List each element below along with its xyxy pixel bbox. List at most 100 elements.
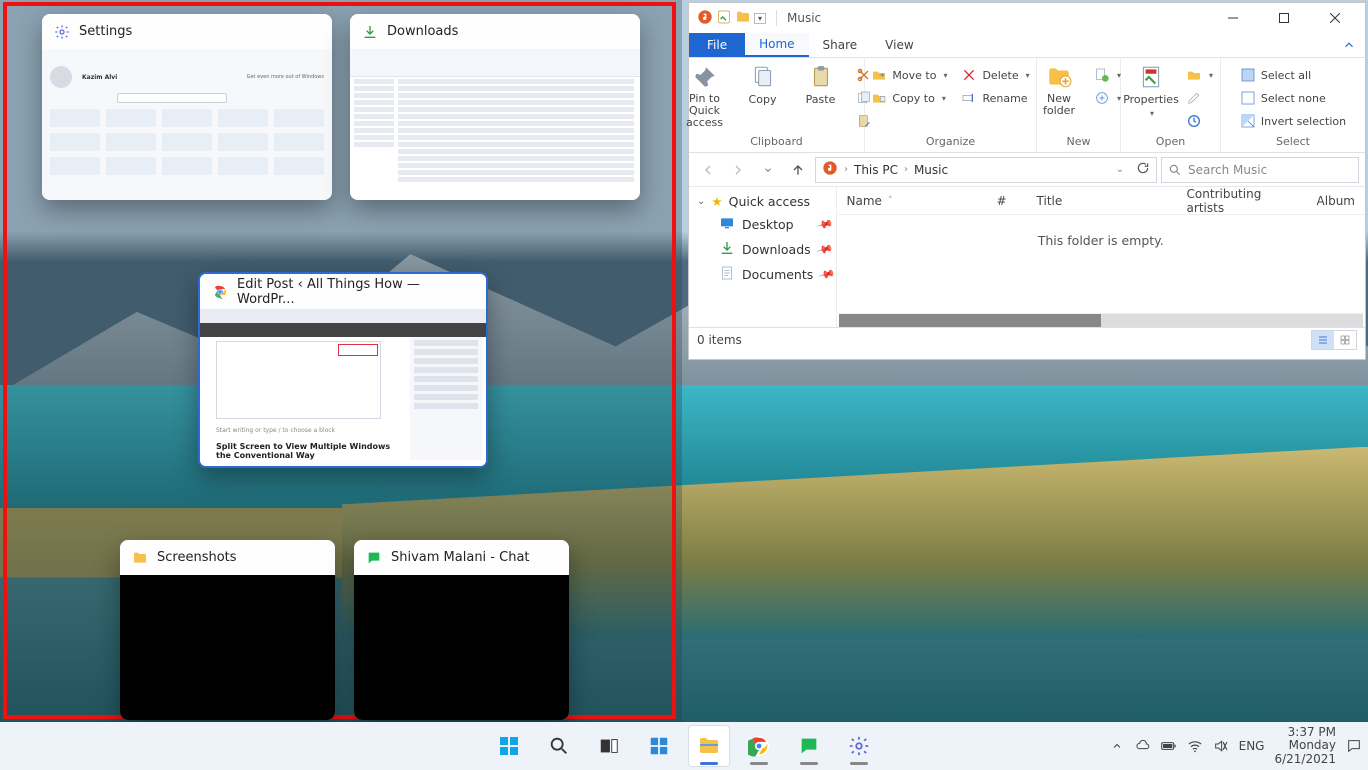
col-title[interactable]: Title: [1027, 194, 1177, 208]
navigation-pane[interactable]: ⌄ ★ Quick access Desktop 📌 Downloads 📌 D…: [689, 187, 837, 327]
breadcrumb-this-pc[interactable]: This PC: [854, 163, 898, 177]
copy-button[interactable]: Copy: [736, 60, 790, 106]
delete-button[interactable]: Delete▾: [957, 64, 1033, 86]
easy-access-button[interactable]: ▾: [1090, 87, 1125, 109]
nav-back-button[interactable]: [695, 157, 721, 183]
rename-button[interactable]: Rename: [957, 87, 1033, 109]
col-number[interactable]: #: [987, 194, 1027, 208]
view-details-button[interactable]: [1312, 331, 1334, 349]
qat-new-folder-icon[interactable]: [735, 9, 751, 28]
snap-thumb-settings[interactable]: Settings Kazim Alvi Get even more out of…: [42, 14, 332, 200]
tray-clock[interactable]: 3:37 PM Monday 6/21/2021: [1274, 726, 1336, 766]
documents-icon: [719, 265, 735, 284]
taskbar-settings-button[interactable]: [838, 725, 880, 767]
nav-quick-access[interactable]: ⌄ ★ Quick access: [689, 191, 836, 212]
notifications-icon[interactable]: [1346, 738, 1362, 754]
battery-icon[interactable]: [1161, 738, 1177, 754]
snap-thumb-title: Edit Post ‹ All Things How — WordPr...: [237, 277, 474, 307]
chevron-right-icon[interactable]: ›: [904, 164, 908, 175]
maximize-button[interactable]: [1261, 3, 1306, 33]
select-none-label: Select none: [1261, 92, 1326, 105]
tray-language[interactable]: ENG: [1239, 739, 1265, 753]
status-bar: 0 items: [689, 327, 1365, 351]
breadcrumb-music[interactable]: Music: [914, 163, 948, 177]
address-dropdown-icon[interactable]: ⌄: [1116, 164, 1124, 175]
qat-properties-icon[interactable]: [716, 9, 732, 28]
taskbar-explorer-button[interactable]: [688, 725, 730, 767]
properties-button[interactable]: Properties▾: [1124, 60, 1178, 118]
pin-icon[interactable]: 📌: [815, 215, 833, 233]
tray-overflow-icon[interactable]: [1109, 738, 1125, 754]
tab-view[interactable]: View: [871, 33, 927, 57]
new-item-button[interactable]: ▾: [1090, 64, 1125, 86]
close-button[interactable]: [1312, 3, 1357, 33]
download-icon: [719, 240, 735, 259]
nav-desktop-label: Desktop: [742, 217, 794, 232]
star-icon: ★: [711, 194, 722, 209]
nav-downloads[interactable]: Downloads 📌: [689, 237, 836, 262]
col-artists[interactable]: Contributing artists: [1177, 187, 1307, 215]
address-bar[interactable]: › This PC › Music ⌄: [815, 157, 1157, 183]
pin-icon[interactable]: 📌: [815, 240, 833, 258]
explorer-titlebar[interactable]: ▾ Music: [689, 3, 1365, 33]
settings-promo-text: Get even more out of Windows: [247, 74, 324, 80]
delete-label: Delete: [982, 69, 1018, 82]
select-all-button[interactable]: Select all: [1236, 64, 1350, 86]
select-none-button[interactable]: Select none: [1236, 87, 1350, 109]
taskbar-chat-button[interactable]: [788, 725, 830, 767]
chevron-down-icon[interactable]: ⌄: [697, 196, 705, 207]
nav-up-button[interactable]: [785, 157, 811, 183]
col-name[interactable]: Name˄: [837, 194, 987, 208]
tab-home[interactable]: Home: [745, 33, 808, 57]
copy-to-button[interactable]: Copy to▾: [867, 87, 951, 109]
search-placeholder: Search Music: [1188, 163, 1267, 177]
download-icon: [362, 24, 378, 40]
history-button[interactable]: [1182, 110, 1217, 132]
system-tray[interactable]: ENG 3:37 PM Monday 6/21/2021: [1109, 726, 1368, 766]
view-toggle[interactable]: [1311, 330, 1357, 350]
rename-label: Rename: [982, 92, 1027, 105]
pin-to-quick-access-button[interactable]: Pin to Quick access: [678, 60, 732, 129]
onedrive-icon[interactable]: [1135, 738, 1151, 754]
snap-thumb-screenshots[interactable]: Screenshots: [120, 540, 335, 720]
snap-thumb-title: Shivam Malani - Chat: [391, 550, 530, 565]
nav-recent-button[interactable]: [755, 157, 781, 183]
pin-icon[interactable]: 📌: [818, 265, 836, 283]
search-box[interactable]: Search Music: [1161, 157, 1359, 183]
snap-thumb-chat[interactable]: Shivam Malani - Chat: [354, 540, 569, 720]
tab-share[interactable]: Share: [809, 33, 872, 57]
taskbar-search-button[interactable]: [538, 725, 580, 767]
open-button[interactable]: ▾: [1182, 64, 1217, 86]
view-large-icons-button[interactable]: [1334, 331, 1356, 349]
minimize-button[interactable]: [1210, 3, 1255, 33]
window-title: Music: [787, 11, 821, 25]
nav-desktop[interactable]: Desktop 📌: [689, 212, 836, 237]
paste-button[interactable]: Paste: [794, 60, 848, 106]
horizontal-scrollbar[interactable]: [839, 313, 1363, 327]
chevron-right-icon[interactable]: ›: [844, 164, 848, 175]
snap-thumb-chrome[interactable]: Edit Post ‹ All Things How — WordPr... S…: [198, 272, 488, 468]
nav-forward-button[interactable]: [725, 157, 751, 183]
new-folder-button[interactable]: New folder: [1032, 60, 1086, 117]
sort-asc-icon: ˄: [888, 196, 893, 206]
invert-selection-button[interactable]: Invert selection: [1236, 110, 1350, 132]
content-pane[interactable]: Name˄ # Title Contributing artists Album…: [837, 187, 1365, 327]
taskbar-chrome-button[interactable]: [738, 725, 780, 767]
widgets-button[interactable]: [638, 725, 680, 767]
start-button[interactable]: [488, 725, 530, 767]
wifi-icon[interactable]: [1187, 738, 1203, 754]
col-album[interactable]: Album: [1307, 194, 1365, 208]
qat-dropdown-icon[interactable]: ▾: [754, 13, 766, 24]
taskbar[interactable]: ENG 3:37 PM Monday 6/21/2021: [0, 722, 1368, 770]
group-label-select: Select: [1276, 133, 1310, 150]
move-to-button[interactable]: Move to▾: [867, 64, 951, 86]
volume-icon[interactable]: [1213, 738, 1229, 754]
refresh-button[interactable]: [1136, 161, 1150, 178]
nav-documents[interactable]: Documents 📌: [689, 262, 836, 287]
column-headers[interactable]: Name˄ # Title Contributing artists Album: [837, 187, 1365, 215]
tab-file[interactable]: File: [689, 33, 745, 57]
ribbon-collapse-button[interactable]: [1333, 33, 1365, 57]
snap-thumb-downloads[interactable]: Downloads: [350, 14, 640, 200]
task-view-button[interactable]: [588, 725, 630, 767]
edit-button[interactable]: [1182, 87, 1217, 109]
